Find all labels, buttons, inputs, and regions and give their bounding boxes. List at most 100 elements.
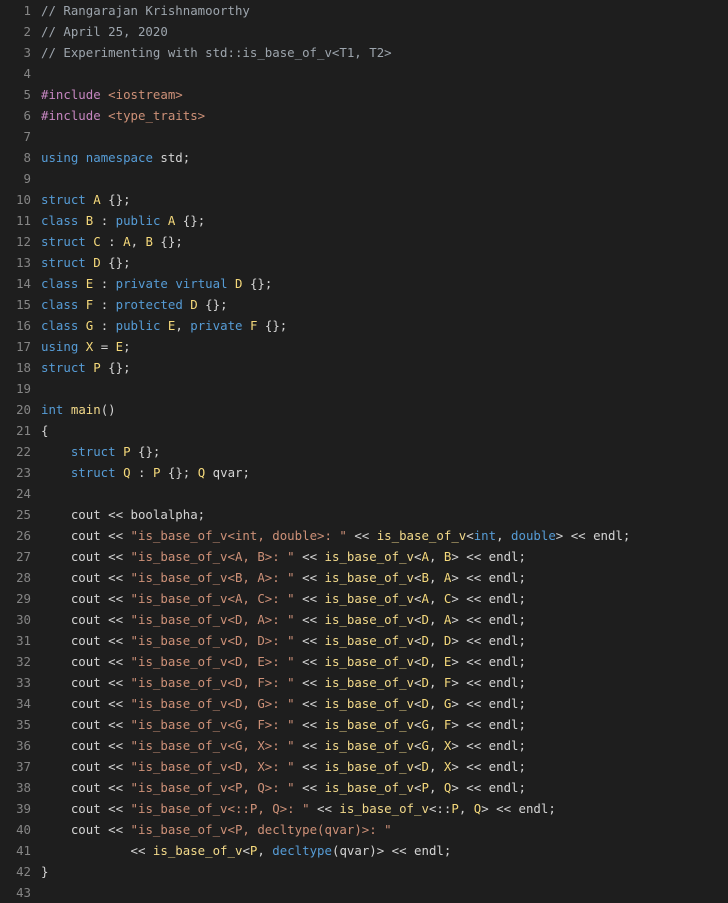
code-line[interactable]: 41 << is_base_of_v<P, decltype(qvar)> <<…: [0, 840, 728, 861]
code-line[interactable]: 37 cout << "is_base_of_v<D, X>: " << is_…: [0, 756, 728, 777]
code-token: cout <<: [41, 801, 131, 816]
code-token: ,: [130, 234, 146, 249]
code-line[interactable]: 20 int main(): [0, 399, 728, 420]
code-token: > << endl;: [451, 717, 526, 732]
code-text: cout << "is_base_of_v<::P, Q>: " << is_b…: [41, 798, 556, 819]
code-text: struct C : A, B {};: [41, 231, 183, 252]
code-token: std;: [152, 150, 191, 165]
code-token: > << endl;: [451, 675, 526, 690]
code-editor[interactable]: 1 // Rangarajan Krishnamoorthy 2 // April 2…: [0, 0, 728, 900]
code-line[interactable]: 14 class E : private virtual D {};: [0, 273, 728, 294]
code-line[interactable]: 6 #include <type_traits>: [0, 105, 728, 126]
code-token: ,: [428, 654, 444, 669]
code-token: struct: [41, 192, 86, 207]
code-token: private: [190, 318, 243, 333]
code-token: ,: [428, 612, 444, 627]
code-line[interactable]: 25 cout << boolalpha;: [0, 504, 728, 525]
code-line[interactable]: 26 cout << "is_base_of_v<int, double>: "…: [0, 525, 728, 546]
code-text: struct Q : P {}; Q qvar;: [41, 462, 250, 483]
code-text: cout << "is_base_of_v<D, X>: " << is_bas…: [41, 756, 526, 777]
code-token: cout <<: [41, 696, 131, 711]
code-token: cout <<: [41, 738, 131, 753]
code-token: ,: [428, 738, 444, 753]
code-token: main: [70, 402, 101, 417]
code-line[interactable]: 28 cout << "is_base_of_v<B, A>: " << is_…: [0, 567, 728, 588]
code-line[interactable]: 19: [0, 378, 728, 399]
code-line[interactable]: 3 // Experimenting with std::is_base_of_v…: [0, 42, 728, 63]
code-text: cout << "is_base_of_v<B, A>: " << is_bas…: [41, 567, 526, 588]
gutter-gap: [36, 378, 41, 399]
code-line[interactable]: 17 using X = E;: [0, 336, 728, 357]
code-line[interactable]: 11 class B : public A {};: [0, 210, 728, 231]
code-text: cout << "is_base_of_v<A, C>: " << is_bas…: [41, 588, 526, 609]
code-line[interactable]: 34 cout << "is_base_of_v<D, G>: " << is_…: [0, 693, 728, 714]
code-line[interactable]: 35 cout << "is_base_of_v<G, F>: " << is_…: [0, 714, 728, 735]
line-number: 42: [16, 864, 31, 879]
code-line[interactable]: 2 // April 25, 2020: [0, 21, 728, 42]
line-number: 37: [16, 759, 31, 774]
code-token: ,: [175, 318, 191, 333]
code-line[interactable]: 43: [0, 882, 728, 903]
code-line[interactable]: 39 cout << "is_base_of_v<::P, Q>: " << i…: [0, 798, 728, 819]
line-number: 21: [16, 423, 31, 438]
code-token: int: [41, 402, 64, 417]
code-token: cout <<: [41, 675, 131, 690]
code-text: class G : public E, private F {};: [41, 315, 287, 336]
code-line[interactable]: 40 cout << "is_base_of_v<P, decltype(qva…: [0, 819, 728, 840]
code-text: cout << "is_base_of_v<G, F>: " << is_bas…: [41, 714, 526, 735]
line-number: 32: [16, 654, 31, 669]
code-token: > << endl;: [451, 654, 526, 669]
code-token: <: [414, 717, 422, 732]
code-token: cout <<: [41, 717, 131, 732]
code-line[interactable]: 33 cout << "is_base_of_v<D, F>: " << is_…: [0, 672, 728, 693]
code-line[interactable]: 4: [0, 63, 728, 84]
code-token: #include: [41, 87, 101, 102]
code-line[interactable]: 30 cout << "is_base_of_v<D, A>: " << is_…: [0, 609, 728, 630]
code-line[interactable]: 18 struct P {};: [0, 357, 728, 378]
code-line[interactable]: 42}: [0, 861, 728, 882]
code-line[interactable]: 23 struct Q : P {}; Q qvar;: [0, 462, 728, 483]
code-line[interactable]: 21 {: [0, 420, 728, 441]
code-token: struct: [41, 360, 86, 375]
code-line[interactable]: 15 class F : protected D {};: [0, 294, 728, 315]
code-line[interactable]: 7: [0, 126, 728, 147]
code-token: "is_base_of_v<D, D>: ": [130, 633, 295, 648]
code-line[interactable]: 32 cout << "is_base_of_v<D, E>: " << is_…: [0, 651, 728, 672]
code-line[interactable]: 22 struct P {};: [0, 441, 728, 462]
code-line[interactable]: 38 cout << "is_base_of_v<P, Q>: " << is_…: [0, 777, 728, 798]
code-token: D: [190, 297, 198, 312]
code-text: cout << "is_base_of_v<D, A>: " << is_bas…: [41, 609, 526, 630]
line-number: 27: [16, 549, 31, 564]
code-line[interactable]: 31 cout << "is_base_of_v<D, D>: " << is_…: [0, 630, 728, 651]
code-token: C: [93, 234, 101, 249]
code-line[interactable]: 1 // Rangarajan Krishnamoorthy: [0, 0, 728, 21]
code-token: <<: [294, 696, 325, 711]
code-line[interactable]: 9: [0, 168, 728, 189]
code-line[interactable]: 16 class G : public E, private F {};: [0, 315, 728, 336]
code-line[interactable]: 8 using namespace std;: [0, 147, 728, 168]
code-line[interactable]: 36 cout << "is_base_of_v<G, X>: " << is_…: [0, 735, 728, 756]
code-line[interactable]: 12 struct C : A, B {};: [0, 231, 728, 252]
code-token: P: [93, 360, 101, 375]
code-line[interactable]: 27 cout << "is_base_of_v<A, B>: " << is_…: [0, 546, 728, 567]
code-line[interactable]: 24: [0, 483, 728, 504]
code-line[interactable]: 13 struct D {};: [0, 252, 728, 273]
line-number: 7: [23, 129, 31, 144]
code-line[interactable]: 29 cout << "is_base_of_v<A, C>: " << is_…: [0, 588, 728, 609]
line-number: 17: [16, 339, 31, 354]
code-token: is_base_of_v: [324, 633, 415, 648]
code-token: is_base_of_v: [324, 675, 415, 690]
code-token: is_base_of_v: [324, 654, 415, 669]
code-text: cout << "is_base_of_v<D, F>: " << is_bas…: [41, 672, 526, 693]
line-number: 5: [23, 87, 31, 102]
code-token: > << endl;: [555, 528, 631, 543]
code-line[interactable]: 10 struct A {};: [0, 189, 728, 210]
code-token: class: [41, 297, 79, 312]
code-line[interactable]: 5 #include <iostream>: [0, 84, 728, 105]
code-token: cout <<: [41, 549, 131, 564]
code-token: > << endl;: [451, 591, 526, 606]
code-text: cout << "is_base_of_v<G, X>: " << is_bas…: [41, 735, 526, 756]
code-token: class: [41, 276, 79, 291]
code-token: Q: [123, 465, 131, 480]
code-token: D: [421, 633, 429, 648]
